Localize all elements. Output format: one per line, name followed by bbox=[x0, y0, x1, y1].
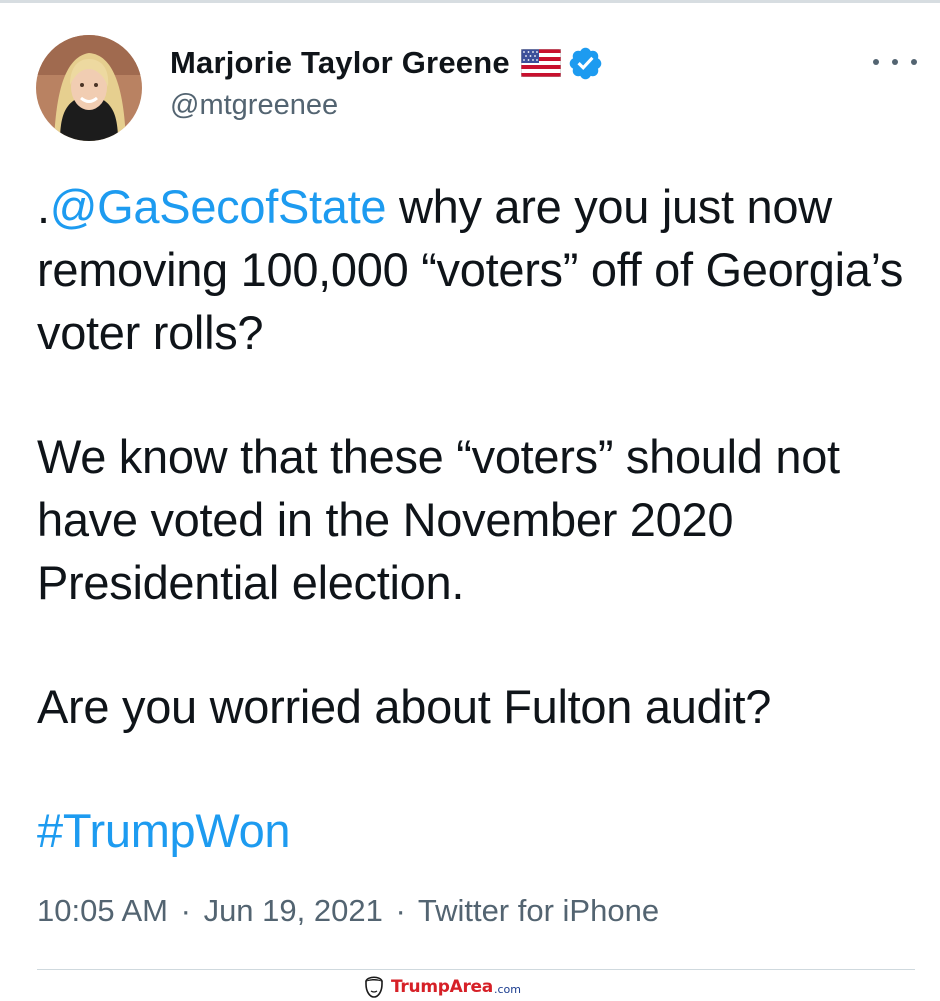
mention-prefix: . bbox=[37, 180, 50, 233]
bottom-divider bbox=[37, 969, 915, 970]
tweet-text: .@GaSecofState why are you just now remo… bbox=[37, 175, 917, 862]
mention-link[interactable]: @GaSecofState bbox=[50, 180, 387, 233]
tweet-source[interactable]: Twitter for iPhone bbox=[418, 893, 659, 928]
tweet-paragraph: .@GaSecofState why are you just now remo… bbox=[37, 175, 917, 364]
more-dot bbox=[873, 59, 879, 65]
tweet-paragraph: #TrumpWon bbox=[37, 799, 917, 862]
avatar-photo bbox=[36, 35, 142, 141]
author-display-name[interactable]: Marjorie Taylor Greene bbox=[170, 45, 510, 81]
tweet-time[interactable]: 10:05 AM bbox=[37, 893, 168, 928]
watermark-logo-icon bbox=[363, 975, 385, 999]
watermark-tld: .com bbox=[493, 982, 521, 996]
meta-separator: · bbox=[180, 893, 191, 928]
more-dot bbox=[911, 59, 917, 65]
meta-separator: · bbox=[395, 893, 406, 928]
hashtag-link[interactable]: #TrumpWon bbox=[37, 804, 291, 857]
tweet-date[interactable]: Jun 19, 2021 bbox=[204, 893, 383, 928]
tweet-timestamp: 10:05 AM · Jun 19, 2021 · Twitter for iP… bbox=[37, 893, 659, 929]
avatar[interactable] bbox=[36, 35, 142, 141]
us-flag-icon bbox=[520, 48, 562, 78]
tweet-paragraph: Are you worried about Fulton audit? bbox=[37, 680, 772, 733]
author-handle[interactable]: @mtgreenee bbox=[170, 89, 338, 122]
verified-badge-icon bbox=[567, 45, 604, 82]
watermark-brand: TrumpArea bbox=[391, 977, 493, 997]
author-header: Marjorie Taylor Greene bbox=[170, 43, 604, 83]
tweet-card: Marjorie Taylor Greene @mtgreenee .@GaSe… bbox=[0, 3, 940, 1001]
tweet-paragraph: We know that these “voters” should not h… bbox=[37, 430, 840, 609]
watermark: TrumpArea .com bbox=[363, 974, 521, 1000]
more-options-icon[interactable] bbox=[873, 47, 917, 77]
more-dot bbox=[892, 59, 898, 65]
